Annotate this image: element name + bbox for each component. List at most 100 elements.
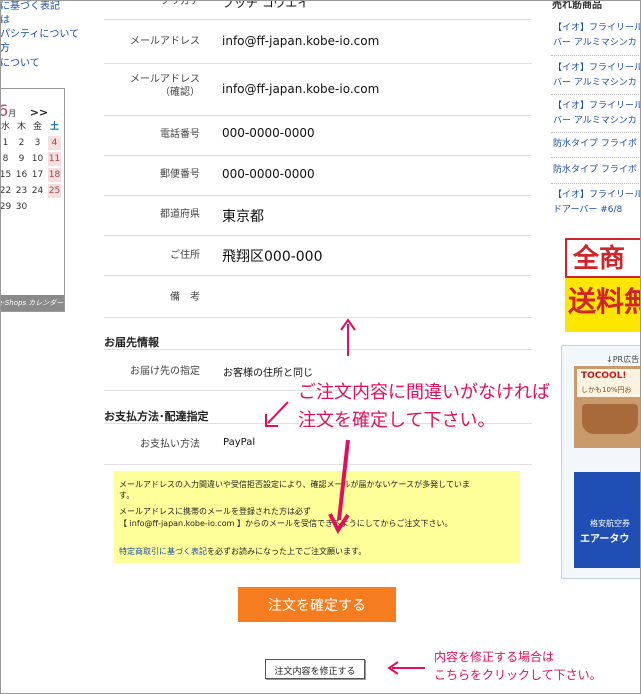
calendar-month-number: 6 (0, 101, 9, 120)
confirm-order-button[interactable]: 注文を確定する (238, 587, 396, 622)
email-warning-notice: メールアドレスの入力間違いや受信拒否設定により、確認メールが届かないケースが多発… (114, 471, 520, 563)
calendar-day: 15 (0, 170, 12, 180)
form-row-address: ご住所 飛翔区000-000 (104, 235, 532, 276)
calendar-day: 29 (0, 202, 12, 212)
ad2-line-1: 格安航空券 (590, 519, 630, 528)
calendar-next-button[interactable]: >> (30, 106, 48, 119)
ad2-line-2: エアータウ (580, 534, 630, 545)
form-row-remarks: 備 考 (104, 275, 532, 318)
furigana-value: フッチ コウエイ (222, 0, 310, 10)
furigana-label: フリガナ (160, 0, 200, 7)
divider (551, 132, 641, 133)
bestseller-link-2[interactable]: 【イオ】フライリール バー アルミマシンカ (553, 61, 641, 91)
order-confirmation-form: フリガナ フッチ コウエイ メールアドレス info@ff-japan.kobe… (104, 0, 532, 694)
notice-line-4: 【 info@ff-japan.kobe-io.com 】からのメールを受信でき… (119, 519, 453, 528)
address-label: ご住所 (170, 250, 200, 261)
calendar-day: 9 (18, 154, 25, 164)
calendar-weekday-row: 水 木 金 土 (0, 120, 64, 136)
airline-ad-banner[interactable]: 格安航空券 エアータウ (574, 472, 641, 568)
weekday-sat: 土 (49, 122, 59, 132)
calendar-day: 8 (2, 154, 9, 164)
form-row-prefecture: 都道府県 東京都 (104, 195, 532, 236)
left-link-legal[interactable]: に基づく表記 (0, 0, 60, 14)
form-row-email-confirm: メールアドレス （確認） info@ff-japan.kobe-io.com (104, 63, 532, 116)
calendar-day: 3 (34, 138, 41, 148)
calendar-day-holiday: 18 (48, 168, 61, 182)
calendar-day: 24 (31, 186, 44, 196)
notice-line-1: メールアドレスの入力間違いや受信拒否設定により、確認メールが届かないケースが多発… (119, 480, 470, 489)
calendar-day: 22 (0, 186, 12, 196)
calendar-day-holiday: 4 (48, 136, 61, 150)
calendar-week-row: 22 23 24 25 (0, 184, 64, 200)
bestseller-link-1-line2: バー アルミマシンカ (553, 38, 637, 48)
calendar-month-suffix: 月 (8, 109, 17, 118)
annotation-main-line-2: 注文を確定して下さい。 (298, 410, 496, 431)
notice-line-3: メールアドレスに携帯のメールを登録された方は必ず (119, 507, 311, 516)
left-link-capacity[interactable]: パシティについて (0, 28, 79, 42)
calendar-day: 1 (2, 138, 9, 148)
divider (551, 183, 641, 184)
payment-value: PayPal (223, 437, 256, 448)
bestseller-link-5[interactable]: 防水タイプ フライボ (553, 163, 637, 178)
edit-order-button[interactable]: 注文内容を修正する (265, 659, 365, 679)
free-shipping-banner[interactable]: 全商 送料無 (565, 238, 641, 332)
form-row-furigana: フリガナ フッチ コウエイ (104, 0, 532, 20)
bestseller-link-3[interactable]: 【イオ】フライリール バー アルミマシンカ (553, 99, 641, 129)
ad-text-panel: TOCOOL! しかも10%円お (577, 369, 641, 397)
postal-label: 郵便番号 (160, 169, 200, 180)
divider (551, 55, 641, 56)
calendar-day: 30 (15, 202, 28, 212)
bestseller-heading: 売れ筋商品 (552, 0, 602, 11)
delivery-section-title: お届先情報 (104, 336, 159, 349)
bestseller-link-2-line2: バー アルミマシンカ (553, 78, 637, 88)
address-value: 飛翔区000-000 (222, 249, 323, 265)
bestseller-link-3-line1: 【イオ】フライリール (553, 101, 641, 111)
bestseller-link-4[interactable]: 防水タイプ フライボ (553, 137, 637, 152)
divider (551, 94, 641, 95)
calendar-footer-logo: e-Shops カレンダー (0, 295, 64, 311)
calendar-day: 10 (31, 154, 44, 164)
ad1-line-1: TOCOOL! (581, 371, 627, 381)
annotation-edit-line-1: 内容を修正する場合は (434, 650, 555, 664)
payment-label: お支払い方法 (140, 439, 200, 450)
form-row-phone: 電話番号 000-0000-0000 (104, 115, 532, 156)
bestseller-link-3-line2: バー アルミマシンカ (553, 116, 637, 126)
calendar-day: 17 (31, 170, 44, 180)
form-row-postal: 郵便番号 000-0000-0000 (104, 155, 532, 196)
banner-top-panel: 全商 (565, 238, 641, 278)
shop-calendar: 6月 >> 水 木 金 土 1 2 3 4 8 9 10 11 15 16 17… (0, 88, 65, 312)
left-link-5[interactable]: について (0, 57, 40, 71)
bestseller-link-6[interactable]: 【イオ】フライリール ドアーバー #6/8 (553, 188, 641, 218)
calendar-day: 23 (15, 186, 28, 196)
email-value: info@ff-japan.kobe-io.com (222, 34, 380, 48)
bestseller-link-6-line2: ドアーバー #6/8 (553, 205, 623, 215)
bestseller-link-1-line1: 【イオ】フライリール (553, 23, 641, 33)
email-label: メールアドレス (130, 36, 200, 47)
left-sidebar: に基づく表記 は パシティについて 方 について 6月 >> 水 木 金 土 1… (0, 0, 79, 694)
legal-notice-link[interactable]: 特定商取引に基づく表記 (119, 547, 207, 556)
bestseller-link-1[interactable]: 【イオ】フライリール バー アルミマシンカ (553, 21, 641, 51)
calendar-header: 6月 >> (0, 101, 48, 120)
calendar-week-row: 29 30 (0, 200, 64, 216)
prefecture-value: 東京都 (222, 209, 264, 225)
calendar-grid: 水 木 金 土 1 2 3 4 8 9 10 11 15 16 17 18 22… (0, 120, 64, 216)
calendar-week-row: 15 16 17 18 (0, 168, 64, 184)
delivery-value: お客様の住所と同じ (223, 368, 313, 379)
travel-ad-banner[interactable]: TOCOOL! しかも10%円お (574, 366, 641, 448)
email-confirm-value: info@ff-japan.kobe-io.com (222, 82, 380, 96)
weekday-thu: 木 (16, 122, 26, 132)
divider (551, 157, 641, 158)
left-link-4[interactable]: 方 (0, 42, 10, 56)
annotation-edit-line-2: こちらをクリックして下さい。 (434, 668, 602, 682)
bestseller-link-6-line1: 【イオ】フライリール (553, 190, 641, 200)
weekday-wed: 水 (0, 122, 10, 132)
delivery-label: お届け先の指定 (130, 366, 200, 377)
left-link-2[interactable]: は (0, 14, 10, 28)
prefecture-label: 都道府県 (160, 209, 200, 220)
calendar-week-row: 1 2 3 4 (0, 136, 64, 152)
calendar-day: 2 (18, 138, 25, 148)
weekday-fri: 金 (32, 122, 42, 132)
email-confirm-label: メールアドレス （確認） (130, 74, 200, 98)
notice-line-5: 特定商取引に基づく表記を必ずお読みになった上でご注文願います。 (119, 546, 366, 557)
pr-ad-label: ↓PR広告 (606, 355, 640, 364)
